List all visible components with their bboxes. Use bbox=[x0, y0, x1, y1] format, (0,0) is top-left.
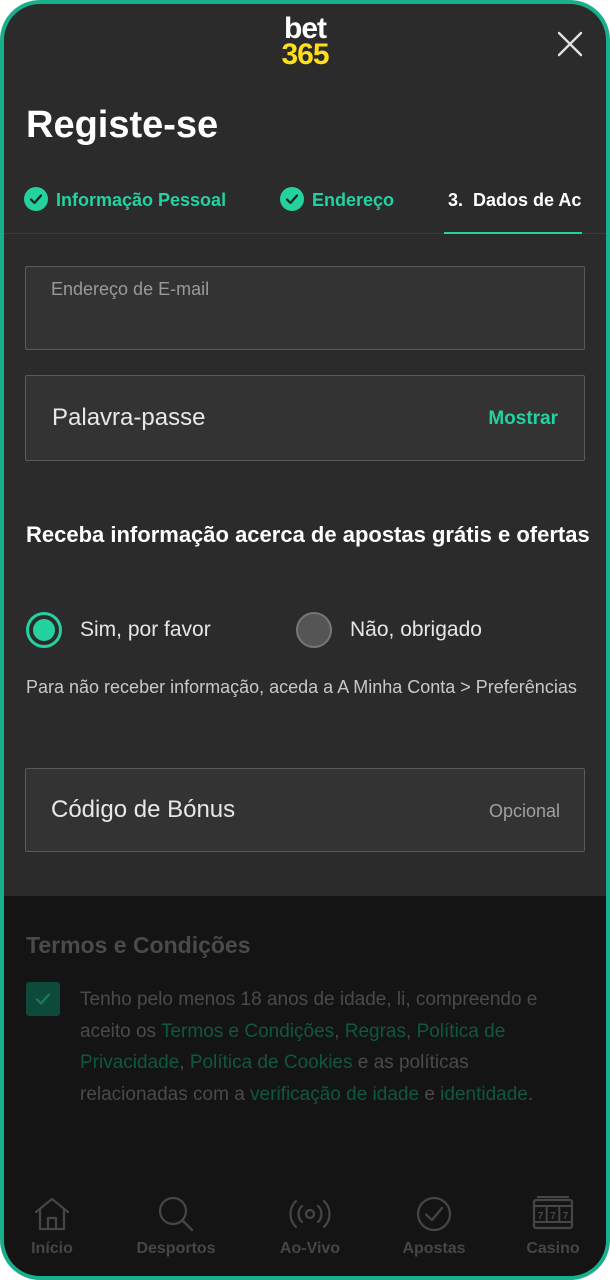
svg-text:7: 7 bbox=[550, 1211, 556, 1222]
bonus-code-field[interactable]: Código de Bónus Opcional bbox=[25, 768, 585, 852]
search-icon bbox=[158, 1196, 194, 1232]
nav-casino[interactable]: 777 Casino bbox=[498, 1184, 606, 1258]
check-icon bbox=[24, 187, 48, 211]
tab-address[interactable]: Endereço bbox=[280, 187, 395, 234]
bet365-logo: bet 365 bbox=[4, 14, 606, 71]
nav-sports[interactable]: Desportos bbox=[121, 1184, 231, 1258]
radio-selected-icon bbox=[26, 612, 62, 648]
radio-label: Sim, por favor bbox=[80, 618, 211, 641]
check-circle-icon bbox=[416, 1196, 452, 1232]
close-icon[interactable] bbox=[556, 30, 584, 58]
nav-home[interactable]: Início bbox=[4, 1184, 107, 1258]
terms-text: Tenho pelo menos 18 anos de idade, li, c… bbox=[80, 984, 580, 1110]
tab-label: Informação Pessoal bbox=[56, 190, 227, 210]
registration-screen: bet 365 Registe-se Informação Pessoal En… bbox=[4, 4, 606, 1276]
home-icon bbox=[34, 1197, 70, 1231]
link-cookie-policy[interactable]: Política de Cookies bbox=[190, 1052, 353, 1073]
nav-label: Casino bbox=[526, 1240, 580, 1257]
email-field[interactable]: Endereço de E-mail bbox=[25, 266, 585, 350]
terms-separator: , bbox=[406, 1020, 417, 1042]
slot-machine-icon: 777 bbox=[532, 1196, 574, 1230]
registration-steps: Informação Pessoal Endereço 3. Dados de … bbox=[4, 187, 606, 234]
page-title: Registe-se bbox=[26, 104, 219, 146]
tab-label: Endereço bbox=[312, 190, 395, 210]
radio-unselected-icon bbox=[296, 612, 332, 648]
terms-text-part: e bbox=[419, 1083, 441, 1105]
preferences-note: Para não receber informação, aceda a A M… bbox=[26, 677, 577, 697]
terms-checkbox[interactable] bbox=[26, 982, 60, 1016]
link-terms-conditions[interactable]: Termos e Condições bbox=[161, 1021, 334, 1042]
nav-bets[interactable]: Apostas bbox=[379, 1184, 489, 1258]
link-identity[interactable]: identidade bbox=[440, 1084, 528, 1105]
radio-no-thanks[interactable]: Não, obrigado bbox=[296, 612, 482, 648]
terms-separator: , bbox=[179, 1052, 190, 1073]
password-field[interactable]: Palavra-passe Mostrar bbox=[25, 375, 585, 461]
bottom-nav: Início Desportos Ao-Vivo Apostas 777 Cas… bbox=[4, 1184, 606, 1276]
nav-label: Desportos bbox=[136, 1240, 216, 1257]
radio-label: Não, obrigado bbox=[350, 618, 482, 641]
tab-personal-info[interactable]: Informação Pessoal bbox=[24, 187, 227, 234]
check-icon bbox=[280, 187, 304, 211]
nav-label: Início bbox=[31, 1240, 73, 1257]
email-placeholder: Endereço de E-mail bbox=[51, 279, 210, 299]
checkmark-icon bbox=[35, 993, 51, 1005]
logo-text-365: 365 bbox=[281, 38, 329, 71]
tab-account-details[interactable]: 3. Dados de Ac bbox=[444, 190, 582, 234]
nav-label: Ao-Vivo bbox=[279, 1240, 341, 1257]
nav-live[interactable]: Ao-Vivo bbox=[255, 1184, 365, 1258]
link-rules[interactable]: Regras bbox=[345, 1021, 406, 1042]
svg-text:7: 7 bbox=[538, 1211, 544, 1222]
offers-heading: Receba informação acerca de apostas grát… bbox=[26, 522, 590, 547]
bonus-placeholder: Código de Bónus bbox=[51, 796, 236, 823]
nav-label: Apostas bbox=[402, 1240, 466, 1257]
password-placeholder: Palavra-passe bbox=[52, 404, 206, 431]
terms-separator: , bbox=[334, 1020, 345, 1042]
live-icon bbox=[289, 1199, 331, 1229]
terms-title: Termos e Condições bbox=[26, 932, 251, 958]
link-age-verification[interactable]: verificação de idade bbox=[250, 1084, 419, 1105]
radio-yes-please[interactable]: Sim, por favor bbox=[26, 612, 211, 648]
svg-text:7: 7 bbox=[563, 1211, 569, 1222]
tab-label: 3. Dados de Ac bbox=[448, 190, 582, 210]
device-frame: bet 365 Registe-se Informação Pessoal En… bbox=[0, 0, 610, 1280]
optional-label: Opcional bbox=[488, 801, 560, 821]
terms-text-part: . bbox=[527, 1083, 534, 1105]
show-password-button[interactable]: Mostrar bbox=[488, 408, 558, 430]
